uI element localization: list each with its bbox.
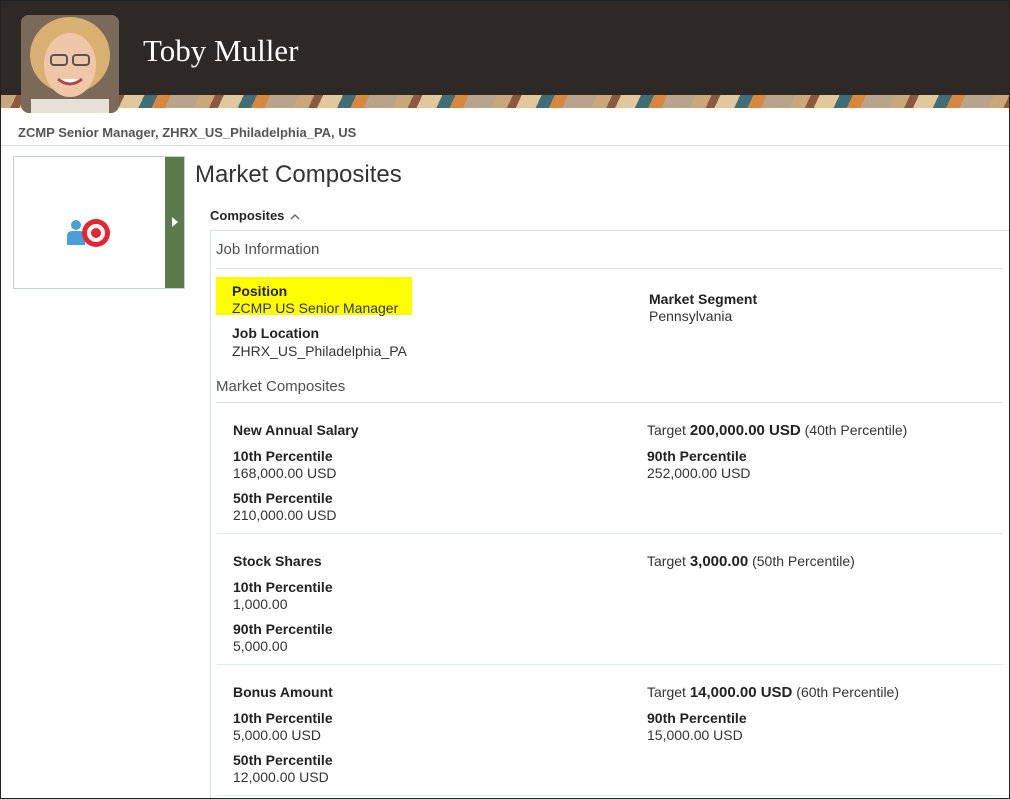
composite-name: New Annual Salary — [233, 422, 359, 438]
percentile-label: 10th Percentile — [233, 579, 333, 595]
job-location-value: ZHRX_US_Philadelphia_PA — [232, 343, 407, 359]
chevron-up-icon — [290, 208, 300, 223]
percentile-value: 252,000.00 USD — [647, 465, 751, 481]
percentile-value: 15,000.00 USD — [647, 727, 743, 743]
percentile-value: 5,000.00 — [233, 638, 288, 654]
row-divider — [217, 533, 1003, 534]
market-composites-heading: Market Composites — [216, 378, 346, 395]
percentile-label: 90th Percentile — [647, 710, 747, 726]
row-divider — [217, 664, 1003, 665]
divider — [216, 402, 1003, 403]
person-target-icon — [66, 215, 112, 256]
percentile-value: 5,000.00 USD — [233, 727, 321, 743]
percentile-label: 50th Percentile — [233, 752, 333, 768]
divider — [216, 268, 1003, 269]
market-segment-value: Pennsylvania — [649, 308, 733, 324]
composite-name: Stock Shares — [233, 553, 322, 569]
percentile-value: 210,000.00 USD — [233, 507, 337, 523]
market-composites-tile[interactable] — [13, 156, 185, 289]
composite-name: Bonus Amount — [233, 684, 333, 700]
position-label: Position — [232, 283, 288, 299]
percentile-label: 10th Percentile — [233, 710, 333, 726]
composites-label: Composites — [210, 208, 285, 223]
percentile-label: 90th Percentile — [647, 448, 747, 464]
percentile-label: 50th Percentile — [233, 490, 333, 506]
percentile-value: 1,000.00 — [233, 596, 288, 612]
percentile-value: 12,000.00 USD — [233, 769, 329, 785]
job-location-label: Job Location — [232, 325, 320, 341]
target-value: Target 14,000.00 USD (60th Percentile) — [647, 684, 899, 701]
percentile-label: 90th Percentile — [233, 621, 333, 637]
header-decoration — [1, 95, 1009, 108]
percentile-value: 168,000.00 USD — [233, 465, 337, 481]
position-value: ZCMP US Senior Manager — [232, 300, 399, 316]
job-information-heading: Job Information — [216, 241, 320, 258]
page-title: Market Composites — [195, 161, 402, 188]
assignment-context: ZCMP Senior Manager, ZHRX_US_Philadelphi… — [18, 125, 357, 140]
user-name: Toby Muller — [143, 33, 299, 68]
chevron-right-icon — [171, 214, 179, 232]
avatar — [21, 15, 119, 113]
app-frame: Toby Muller ZCMP Senior Manager, ZHRX_US… — [0, 0, 1010, 799]
percentile-label: 10th Percentile — [233, 448, 333, 464]
row-divider — [217, 795, 1003, 796]
composites-toggle[interactable]: Composites — [210, 208, 300, 223]
divider — [1, 145, 1009, 146]
tile-expand-button[interactable] — [165, 157, 184, 288]
market-segment-label: Market Segment — [649, 291, 758, 307]
target-value: Target 3,000.00 (50th Percentile) — [647, 553, 855, 570]
target-value: Target 200,000.00 USD (40th Percentile) — [647, 422, 908, 439]
